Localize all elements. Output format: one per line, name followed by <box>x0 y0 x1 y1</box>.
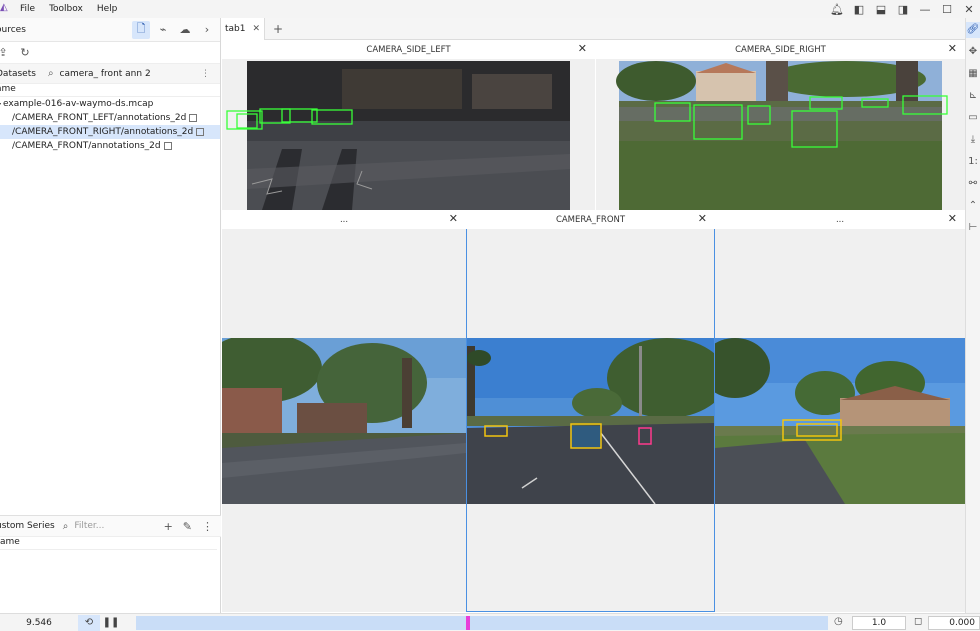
move-icon[interactable]: ✥ <box>969 44 977 60</box>
range-icon[interactable]: ⊢ <box>969 220 978 236</box>
tree-item-front-right[interactable]: /CAMERA_FRONT_RIGHT/annotations_2d <box>0 125 220 139</box>
custom-series-header: ustom Series ⌕ Filter... + ✎ ⋮ <box>0 515 221 537</box>
tree-item-front[interactable]: /CAMERA_FRONT/annotations_2d <box>0 139 220 153</box>
search-icon[interactable]: ⌕ <box>48 68 54 79</box>
sources-title: ources <box>0 24 26 35</box>
tree-item-root[interactable]: ▾ example-016-av-waymo-ds.mcap <box>0 97 220 111</box>
left-sidebar-toggle-icon[interactable]: ◧ <box>848 3 870 16</box>
camera-front-left-image <box>222 338 466 504</box>
menu-toolbox[interactable]: Toolbox <box>49 4 83 14</box>
right-sidebar-toggle-icon[interactable]: ◨ <box>892 3 914 16</box>
bell-icon[interactable]: 🔔︎ <box>826 3 848 16</box>
cloud-icon[interactable]: ☁ <box>176 21 194 39</box>
left-sidebar: ources 🗋 ⌁ ☁ › ⇪ ↻ Datasets ⌕ camera_ fr… <box>0 18 221 613</box>
annotation-icon <box>189 114 198 122</box>
tree-item-front-left[interactable]: /CAMERA_FRONT_LEFT/annotations_2d <box>0 111 220 125</box>
panel-title: CAMERA_SIDE_LEFT <box>222 41 595 59</box>
chevron-right-icon[interactable]: › <box>198 21 216 39</box>
menu-bar: ◭ File Toolbox Help 🔔︎ ◧ ⬓ ◨ — ☐ ✕ <box>0 0 980 18</box>
tree-item-label: /CAMERA_FRONT/annotations_2d <box>12 141 161 151</box>
tab-label: tab1 <box>225 23 246 34</box>
bottom-panel-toggle-icon[interactable]: ⬓ <box>870 3 892 16</box>
reload-icon[interactable]: ↻ <box>16 44 34 62</box>
graph-icon[interactable]: ⚯ <box>969 176 977 192</box>
close-panel-icon[interactable]: ✕ <box>948 42 957 55</box>
chevron-down-icon[interactable]: ▾ <box>0 101 1 108</box>
custom-series-label: ustom Series <box>0 521 55 531</box>
close-panel-icon[interactable]: ✕ <box>449 212 458 225</box>
column-header-name: ame <box>0 84 220 97</box>
add-tab-button[interactable]: + <box>273 22 283 36</box>
playhead[interactable] <box>466 616 471 630</box>
current-time: 9.546 <box>26 617 52 628</box>
kebab-menu-icon[interactable]: ⋮ <box>202 520 213 533</box>
panel-camera-front-right[interactable]: ... ✕ <box>715 211 965 612</box>
window-controls: 🔔︎ ◧ ⬓ ◨ — ☐ ✕ <box>826 0 980 18</box>
playback-speed[interactable]: 1.0 <box>852 616 906 630</box>
pause-button[interactable]: ❚❚ <box>100 615 122 631</box>
tab-tab1[interactable]: tab1 ✕ <box>221 17 265 40</box>
clock-icon[interactable]: ◷ <box>834 616 843 627</box>
maximize-icon[interactable]: ☐ <box>936 3 958 16</box>
tree-root-label: example-016-av-waymo-ds.mcap <box>3 99 154 109</box>
datasets-label: Datasets <box>0 68 36 79</box>
loop-button[interactable]: ⟲ <box>78 614 100 631</box>
open-file-icon[interactable]: ⇪ <box>0 44 12 62</box>
layout-icon[interactable]: ▭ <box>968 110 977 126</box>
close-tab-icon[interactable]: ✕ <box>252 24 260 34</box>
sources-header: ources 🗋 ⌁ ☁ › <box>0 18 220 42</box>
grid-icon[interactable]: ▦ <box>968 66 977 82</box>
close-panel-icon[interactable]: ✕ <box>948 212 957 225</box>
timeline-scrubber[interactable] <box>136 616 828 630</box>
playback-bar: 9.546 ⟲ ❚❚ ◷ 1.0 ◻ 0.000 <box>0 613 980 631</box>
tree-item-label: /CAMERA_FRONT_LEFT/annotations_2d <box>12 113 187 123</box>
close-panel-icon[interactable]: ✕ <box>578 42 587 55</box>
camera-side-right-image <box>596 59 965 210</box>
add-icon[interactable]: + <box>164 520 173 533</box>
panel-title: ... <box>222 211 466 229</box>
right-toolbar: 🔗︎ ✥ ▦ ⊾ ▭ ⤓ 1: ⚯ ⌃ ⊢ <box>965 18 980 613</box>
filter-input[interactable]: Filter... <box>74 521 104 531</box>
annotation-icon <box>196 128 205 136</box>
time-offset[interactable]: 0.000 <box>928 616 980 630</box>
minimize-icon[interactable]: — <box>914 3 936 16</box>
panel-title: CAMERA_FRONT <box>466 211 715 229</box>
panel-camera-side-left[interactable]: CAMERA_SIDE_LEFT ✕ <box>222 41 595 210</box>
sources-toolbar: ⇪ ↻ <box>0 42 220 64</box>
stop-icon[interactable]: ◻ <box>914 616 922 627</box>
annotation-icon <box>163 142 172 150</box>
camera-front-right-image <box>715 338 965 504</box>
close-window-icon[interactable]: ✕ <box>958 3 980 16</box>
link-icon[interactable]: 🔗︎ <box>965 22 980 38</box>
tree-item-label: /CAMERA_FRONT_RIGHT/annotations_2d <box>12 127 194 137</box>
panel-title: ... <box>715 211 965 229</box>
panel-camera-front-left[interactable]: ... ✕ <box>222 211 466 612</box>
menu-file[interactable]: File <box>20 4 35 14</box>
menu-help[interactable]: Help <box>97 4 118 14</box>
panel-title: CAMERA_SIDE_RIGHT <box>596 41 965 59</box>
search-icon[interactable]: ⌕ <box>63 521 69 532</box>
download-icon[interactable]: ⤓ <box>971 132 975 148</box>
ratio-icon[interactable]: 1: <box>968 154 978 170</box>
custom-column-header: ame <box>0 537 217 550</box>
camera-front-image <box>467 338 714 504</box>
close-panel-icon[interactable]: ✕ <box>698 212 707 225</box>
file-source-icon[interactable]: 🗋 <box>132 20 150 39</box>
kebab-menu-icon[interactable]: ⋮ <box>201 69 210 79</box>
plot-icon[interactable]: ⊾ <box>969 88 977 104</box>
datasets-search-input[interactable]: camera_ front ann 2 <box>60 69 151 79</box>
panel-camera-side-right[interactable]: CAMERA_SIDE_RIGHT ✕ <box>596 41 965 210</box>
cast-icon[interactable]: ⌁ <box>154 21 172 39</box>
edit-icon[interactable]: ✎ <box>183 520 192 533</box>
tab-bar: tab1 ✕ + <box>221 17 965 40</box>
chevrons-up-icon[interactable]: ⌃ <box>969 198 977 214</box>
app-logo-icon: ◭ <box>0 2 8 13</box>
camera-side-left-image <box>222 59 595 210</box>
panel-camera-front[interactable]: CAMERA_FRONT ✕ <box>466 211 715 612</box>
datasets-row: Datasets ⌕ camera_ front ann 2 ⋮ <box>0 64 220 84</box>
